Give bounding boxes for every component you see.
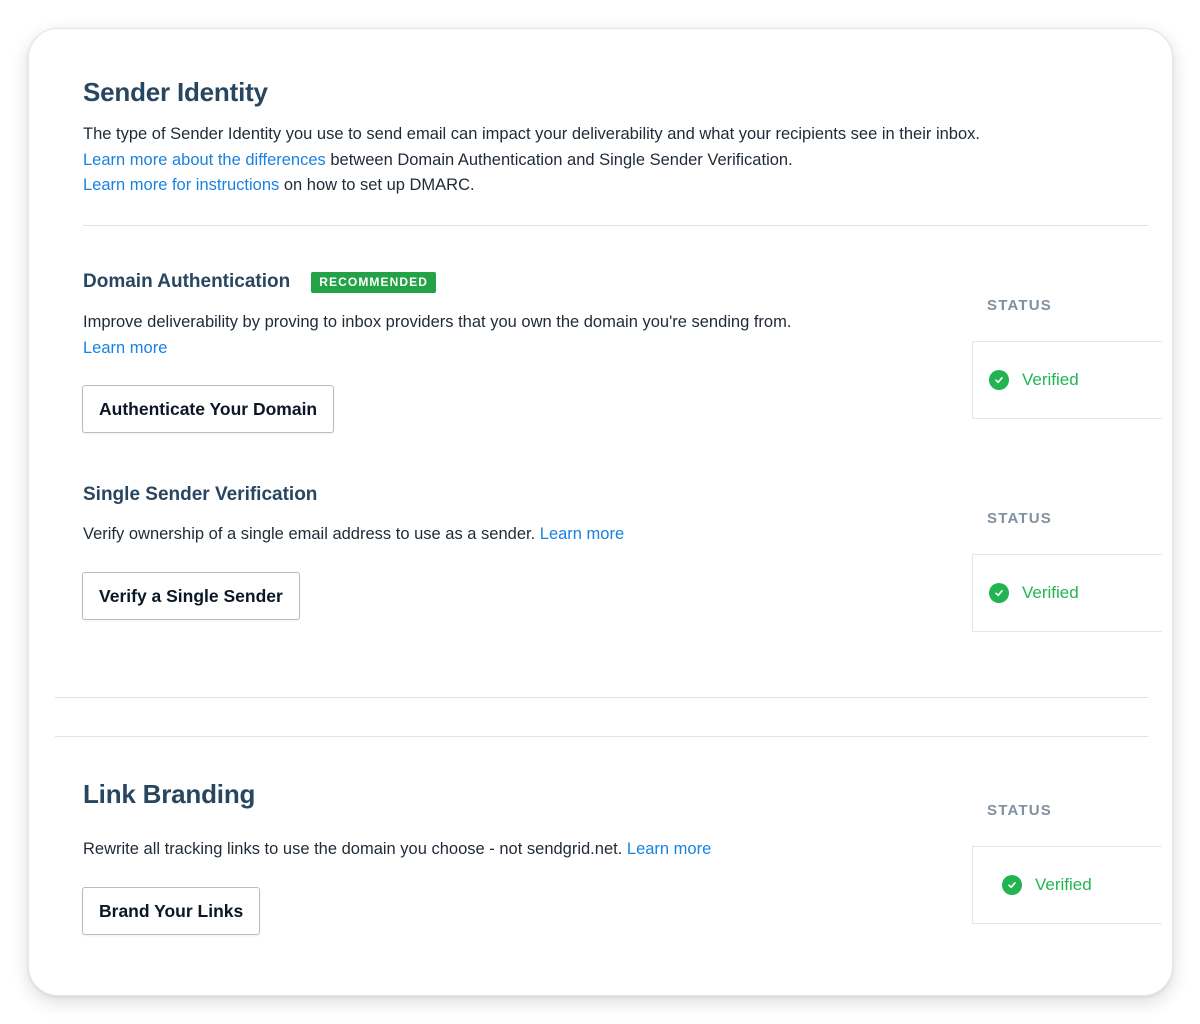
domain-auth-text: Improve deliverability by proving to inb…	[83, 313, 792, 331]
domain-auth-title: Domain Authentication	[83, 271, 291, 292]
single-sender-learn-more-link[interactable]: Learn more	[540, 525, 624, 543]
instructions-text: on how to set up DMARC.	[279, 176, 475, 194]
link-status-label: STATUS	[987, 802, 1052, 819]
settings-card: Sender Identity The type of Sender Ident…	[28, 28, 1173, 996]
sender-identity-description: The type of Sender Identity you use to s…	[83, 122, 1163, 199]
section-divider	[55, 736, 1148, 737]
recommended-badge: RECOMMENDED	[311, 271, 437, 293]
domain-auth-header: Domain Authentication RECOMMENDED	[83, 271, 437, 293]
section-divider	[55, 697, 1148, 698]
domain-auth-description: Improve deliverability by proving to inb…	[83, 310, 823, 361]
sender-identity-title: Sender Identity	[83, 77, 268, 107]
check-circle-icon	[989, 370, 1009, 390]
sender-identity-intro: The type of Sender Identity you use to s…	[83, 125, 980, 143]
sender-status-box: Verified	[972, 554, 1162, 632]
section-divider	[83, 225, 1148, 226]
single-sender-description: Verify ownership of a single email addre…	[83, 522, 883, 548]
domain-status-label: STATUS	[987, 297, 1052, 314]
differences-text: between Domain Authentication and Single…	[325, 150, 793, 169]
check-circle-icon	[989, 583, 1009, 603]
learn-instructions-link[interactable]: Learn more for instructions	[83, 176, 279, 194]
differences-line: Learn more about the differences between…	[83, 148, 1163, 174]
sender-status-label: STATUS	[987, 510, 1052, 527]
single-sender-text: Verify ownership of a single email addre…	[83, 525, 536, 543]
authenticate-domain-button[interactable]: Authenticate Your Domain	[82, 385, 335, 433]
verify-single-sender-button[interactable]: Verify a Single Sender	[82, 572, 300, 620]
instructions-line: Learn more for instructions on how to se…	[83, 173, 1163, 199]
brand-links-button[interactable]: Brand Your Links	[82, 887, 261, 935]
sender-status-value: Verified	[1022, 583, 1079, 602]
link-status-box: Verified	[972, 846, 1162, 924]
single-sender-title: Single Sender Verification	[83, 484, 318, 505]
link-status-value: Verified	[1035, 875, 1092, 894]
link-branding-learn-more-link[interactable]: Learn more	[627, 840, 711, 858]
domain-status-box: Verified	[972, 341, 1162, 419]
link-branding-title: Link Branding	[83, 779, 256, 809]
link-branding-text: Rewrite all tracking links to use the do…	[83, 840, 623, 858]
check-circle-icon	[1002, 875, 1022, 895]
learn-differences-link[interactable]: Learn more about the differences	[83, 151, 326, 169]
domain-auth-learn-more-link[interactable]: Learn more	[83, 339, 167, 357]
link-branding-description: Rewrite all tracking links to use the do…	[83, 837, 883, 863]
domain-status-value: Verified	[1022, 370, 1079, 389]
